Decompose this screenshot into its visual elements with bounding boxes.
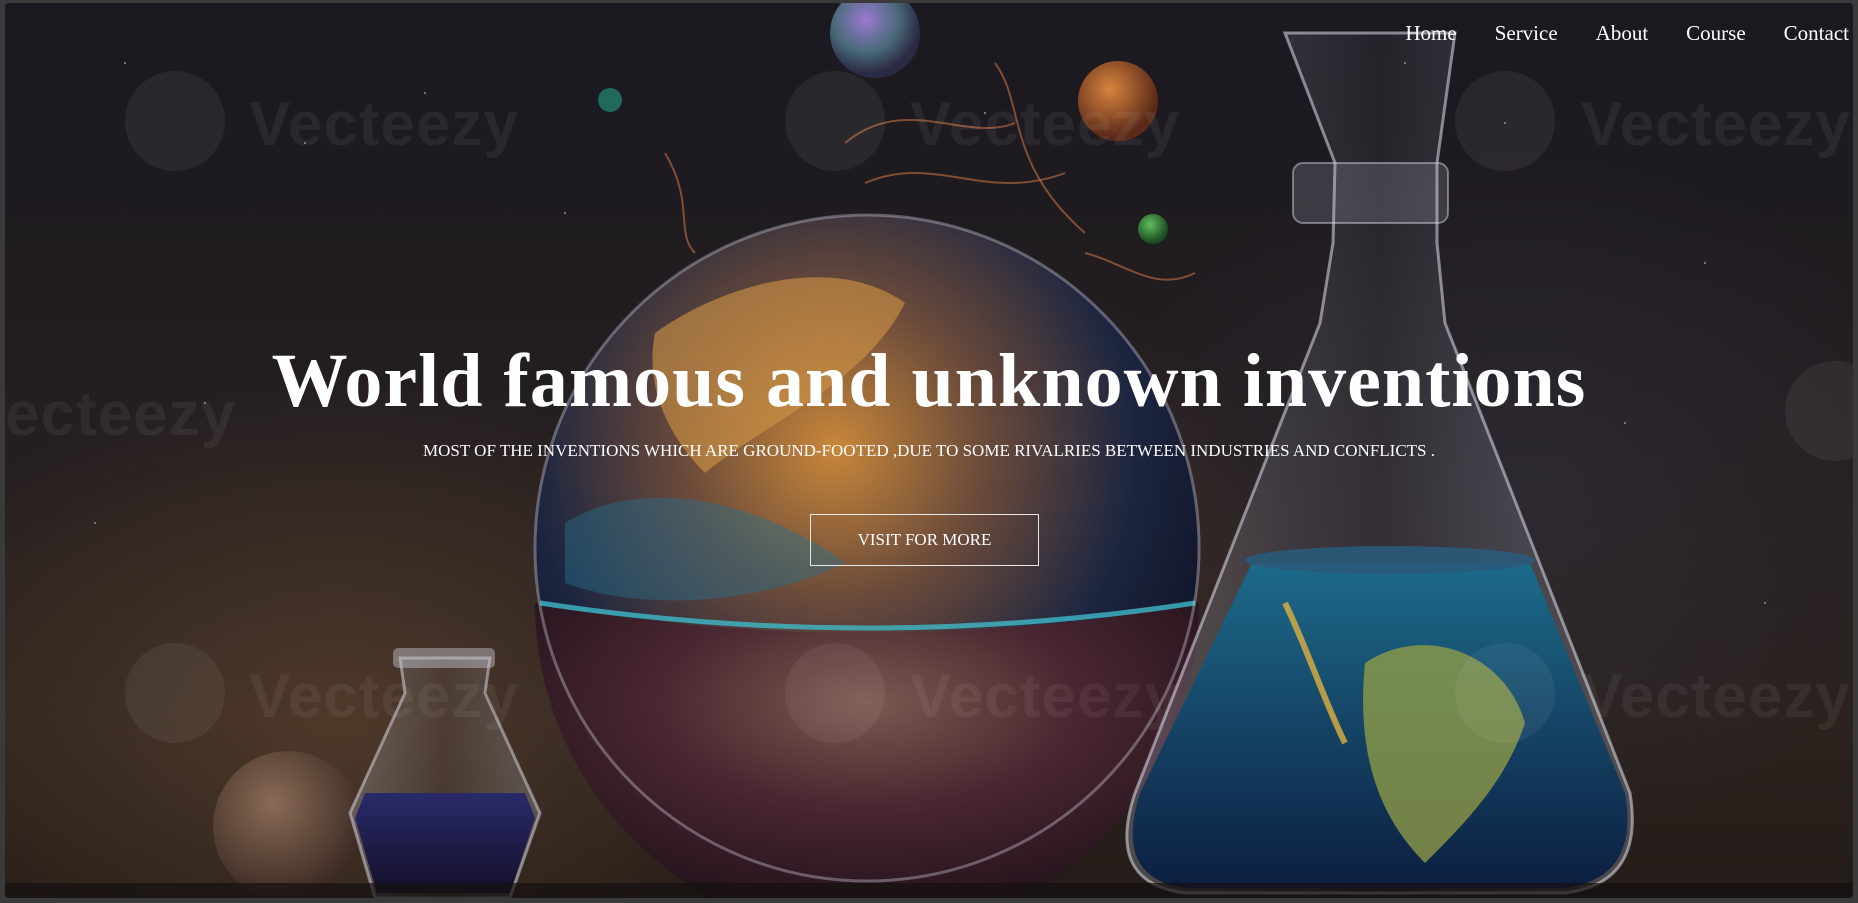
watermark-text: Vecteezy [1581,662,1851,731]
watermark-text: Vecteezy [249,662,519,731]
watermark-logo [1455,643,1555,743]
hero-subtitle: MOST OF THE INVENTIONS WHICH ARE GROUND-… [423,441,1435,460]
nav-link-about[interactable]: About [1558,19,1649,47]
watermark-logo [785,71,885,171]
nav-link-service[interactable]: Service [1457,19,1558,47]
nav-link-course[interactable]: Course [1648,19,1746,47]
watermark-text: Vecteezy [910,90,1180,159]
watermark-text: Vecteezy [249,90,519,159]
nav-link-contact[interactable]: Contact [1746,19,1853,47]
watermark-logo [125,71,225,171]
watermark-logo [1455,71,1555,171]
watermark-logo [785,643,885,743]
visit-for-more-button[interactable]: VISIT FOR MORE [810,514,1039,566]
watermark-text: Vecteezy [1581,90,1851,159]
main-navigation: Home Service About Course Contact [1367,19,1853,47]
hero-title: World famous and unknown inventions [271,339,1587,423]
hero-section: Vecteezy Vecteezy Vecteezy ecteezy Vecte… [5,3,1853,898]
watermark-text: Vecteezy [910,662,1180,731]
watermark-logo [125,643,225,743]
nav-link-home[interactable]: Home [1367,19,1456,47]
